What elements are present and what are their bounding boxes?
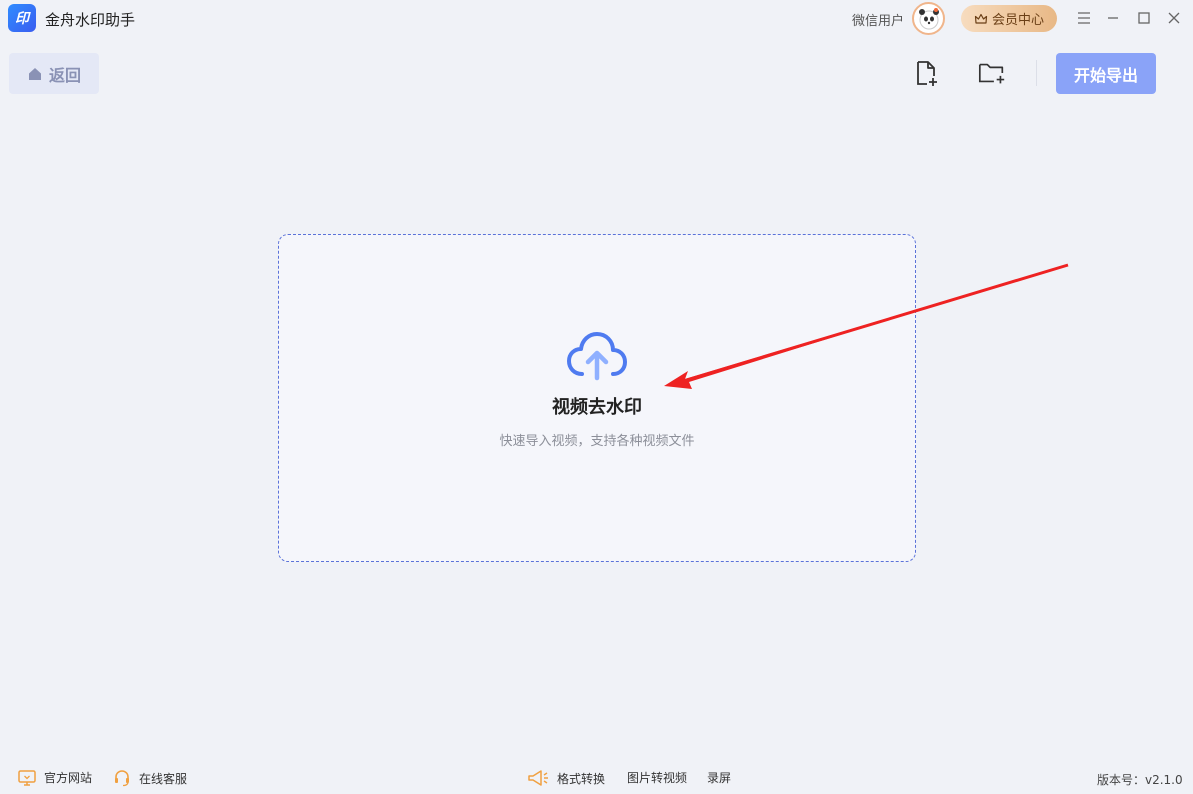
official-website-label: 官方网站 bbox=[44, 771, 93, 785]
add-file-icon bbox=[917, 61, 937, 86]
image-to-video-link[interactable]: 图片转视频 bbox=[627, 769, 687, 786]
video-drop-zone[interactable]: 视频去水印 快速导入视频，支持各种视频文件 bbox=[278, 234, 916, 562]
add-folder-icon bbox=[978, 63, 1005, 84]
app-title: 金舟水印助手 bbox=[45, 11, 136, 29]
close-button[interactable] bbox=[1163, 7, 1185, 29]
monitor-icon bbox=[18, 769, 36, 786]
add-folder-button[interactable] bbox=[977, 58, 1007, 88]
official-website-link[interactable]: 官方网站 bbox=[18, 769, 92, 786]
back-label: 返回 bbox=[48, 65, 81, 85]
vip-center-label: 会员中心 bbox=[991, 13, 1044, 28]
back-button[interactable]: 返回 bbox=[9, 53, 99, 94]
menu-button[interactable] bbox=[1073, 7, 1095, 29]
megaphone-icon bbox=[528, 770, 548, 786]
user-name[interactable]: 微信用户 bbox=[852, 10, 904, 29]
format-convert-label: 格式转换 bbox=[557, 771, 606, 786]
online-support-link[interactable]: 在线客服 bbox=[113, 769, 187, 787]
vip-center-button[interactable]: 会员中心 bbox=[961, 5, 1057, 32]
minimize-button[interactable] bbox=[1102, 7, 1124, 29]
panda-avatar-icon bbox=[918, 7, 939, 29]
screen-record-label: 录屏 bbox=[707, 771, 732, 785]
image-to-video-label: 图片转视频 bbox=[627, 771, 688, 785]
cloud-upload-icon bbox=[567, 332, 627, 381]
avatar[interactable] bbox=[912, 2, 945, 35]
online-support-label: 在线客服 bbox=[139, 771, 188, 786]
drop-zone-subtitle: 快速导入视频，支持各种视频文件 bbox=[499, 434, 695, 449]
toolbar-divider bbox=[1036, 60, 1037, 86]
format-convert-link[interactable]: 格式转换 bbox=[527, 769, 605, 787]
maximize-icon bbox=[1138, 12, 1150, 24]
maximize-button[interactable] bbox=[1133, 7, 1155, 29]
hamburger-icon bbox=[1078, 12, 1090, 24]
start-export-button[interactable]: 开始导出 bbox=[1056, 53, 1156, 94]
close-icon bbox=[1168, 12, 1180, 24]
screen-record-link[interactable]: 录屏 bbox=[707, 769, 731, 786]
drop-zone-title: 视频去水印 bbox=[552, 397, 642, 418]
crown-icon bbox=[974, 13, 988, 24]
home-icon bbox=[28, 67, 41, 80]
app-logo: 印 bbox=[8, 4, 36, 32]
headset-icon bbox=[115, 770, 129, 787]
version-label: 版本号：v2.1.0 bbox=[1097, 773, 1183, 787]
minimize-icon bbox=[1108, 17, 1118, 19]
title-bar: 印 金舟水印助手 微信用户 会员中心 bbox=[0, 0, 1193, 38]
add-file-button[interactable] bbox=[911, 58, 941, 88]
